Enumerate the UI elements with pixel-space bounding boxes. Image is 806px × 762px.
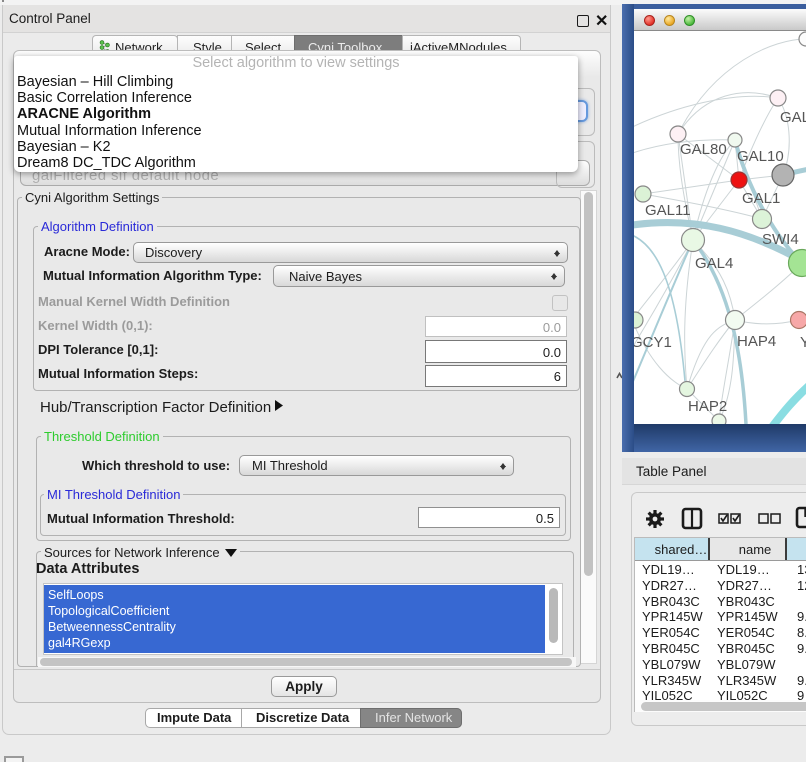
svg-text:GAL11: GAL11 [645, 202, 691, 219]
svg-text:GAL1: GAL1 [742, 190, 780, 207]
svg-text:GAL80: GAL80 [680, 141, 727, 158]
svg-text:Y: Y [800, 334, 806, 351]
svg-text:SWI4: SWI4 [762, 231, 799, 248]
svg-text:GCY1: GCY1 [634, 334, 672, 351]
svg-text:GAL10: GAL10 [737, 148, 784, 165]
svg-text:HAP4: HAP4 [737, 333, 776, 350]
svg-text:GAL4: GAL4 [695, 255, 733, 272]
svg-text:GAL7: GAL7 [780, 109, 806, 126]
svg-text:HAP2: HAP2 [688, 398, 727, 415]
